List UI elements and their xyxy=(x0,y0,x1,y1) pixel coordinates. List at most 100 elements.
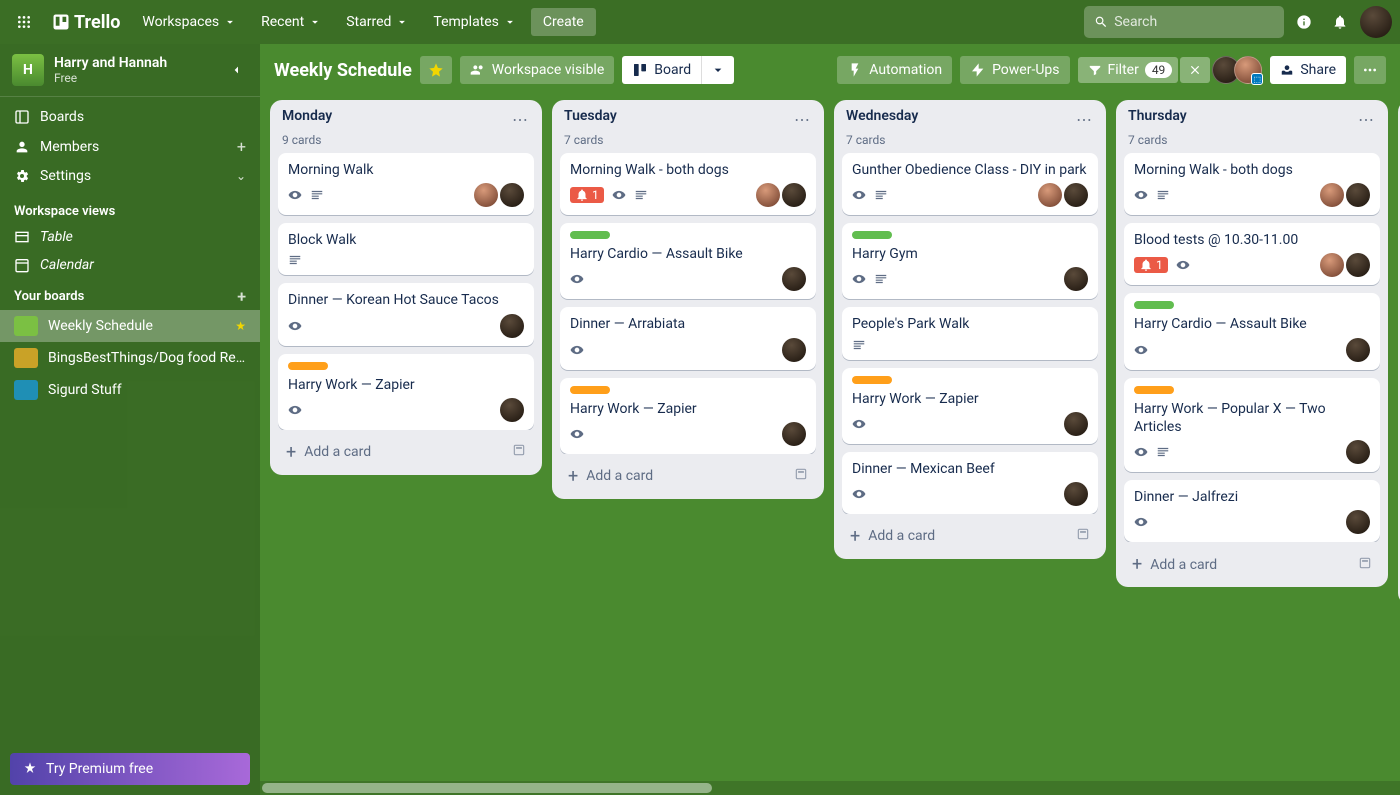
board-menu-button[interactable] xyxy=(1354,56,1386,84)
card-label[interactable] xyxy=(288,362,328,370)
list-menu-icon[interactable]: ⋯ xyxy=(792,108,812,131)
card[interactable]: Harry Cardio — Assault Bike xyxy=(1124,293,1380,369)
member-avatar[interactable] xyxy=(500,314,524,338)
member-avatar[interactable] xyxy=(500,398,524,422)
member-avatar[interactable] xyxy=(1320,183,1344,207)
create-button[interactable]: Create xyxy=(531,8,596,36)
star-board-button[interactable] xyxy=(420,56,452,84)
member-avatar[interactable] xyxy=(782,183,806,207)
card[interactable]: Harry Cardio — Assault Bike xyxy=(560,223,816,299)
add-card-button[interactable]: +Add a card xyxy=(838,518,1102,555)
apps-menu-icon[interactable] xyxy=(8,6,40,38)
card-label[interactable] xyxy=(1134,301,1174,309)
nav-starred[interactable]: Starred xyxy=(336,8,419,36)
list-title[interactable]: Monday xyxy=(282,108,510,124)
list-menu-icon[interactable]: ⋯ xyxy=(1074,108,1094,131)
clear-filter-button[interactable] xyxy=(1180,57,1210,83)
nav-workspaces[interactable]: Workspaces xyxy=(132,8,247,36)
trello-logo[interactable]: Trello xyxy=(44,12,128,33)
add-member-icon[interactable]: + xyxy=(237,137,246,156)
member-avatar[interactable] xyxy=(782,267,806,291)
collapse-sidebar-icon[interactable] xyxy=(224,58,248,82)
list-menu-icon[interactable]: ⋯ xyxy=(1356,108,1376,131)
info-icon[interactable] xyxy=(1288,6,1320,38)
card[interactable]: Morning Walk - both dogs 1 xyxy=(560,153,816,215)
add-card-button[interactable]: +Add a card xyxy=(556,458,820,495)
card[interactable]: Dinner — Mexican Beef xyxy=(842,452,1098,514)
notifications-icon[interactable] xyxy=(1324,6,1356,38)
member-avatar[interactable] xyxy=(756,183,780,207)
card[interactable]: Dinner — Jalfrezi xyxy=(1124,480,1380,542)
premium-button[interactable]: Try Premium free xyxy=(10,753,250,785)
card[interactable]: Morning Walk - both dogs xyxy=(1124,153,1380,215)
board-members[interactable]: ⬚ xyxy=(1218,56,1262,84)
card[interactable]: Gunther Obedience Class - DIY in park xyxy=(842,153,1098,215)
sidebar-settings[interactable]: Settings⌄ xyxy=(0,162,260,190)
member-avatar[interactable] xyxy=(782,338,806,362)
card[interactable]: Dinner — Arrabiata xyxy=(560,307,816,369)
card[interactable]: Dinner — Korean Hot Sauce Tacos xyxy=(278,283,534,345)
member-avatar[interactable] xyxy=(1064,412,1088,436)
list-title[interactable]: Thursday xyxy=(1128,108,1356,124)
member-avatar[interactable] xyxy=(1346,253,1370,277)
card-label[interactable] xyxy=(1134,386,1174,394)
sidebar-board-item[interactable]: Sigurd Stuff xyxy=(0,374,260,406)
member-avatar[interactable] xyxy=(1320,253,1344,277)
member-avatar[interactable] xyxy=(500,183,524,207)
card[interactable]: Morning Walk xyxy=(278,153,534,215)
template-icon[interactable] xyxy=(1358,556,1372,574)
add-board-icon[interactable]: + xyxy=(237,287,246,306)
card[interactable]: People's Park Walk xyxy=(842,307,1098,359)
powerups-button[interactable]: Power-Ups xyxy=(960,56,1069,84)
member-avatar[interactable] xyxy=(1064,183,1088,207)
card[interactable]: Harry Work — Popular X — Two Articles xyxy=(1124,378,1380,472)
sidebar-board-item[interactable]: BingsBestThings/Dog food Re… xyxy=(0,342,260,374)
card-label[interactable] xyxy=(852,376,892,384)
sidebar-board-item[interactable]: Weekly Schedule★ xyxy=(0,310,260,342)
user-avatar[interactable] xyxy=(1360,6,1392,38)
member-avatar[interactable] xyxy=(474,183,498,207)
template-icon[interactable] xyxy=(1076,527,1090,545)
member-avatar[interactable] xyxy=(1038,183,1062,207)
add-card-button[interactable]: +Add a card xyxy=(274,434,538,471)
member-avatar[interactable] xyxy=(1346,440,1370,464)
member-avatar[interactable] xyxy=(1346,510,1370,534)
sidebar-boards[interactable]: Boards xyxy=(0,103,260,131)
member-avatar[interactable] xyxy=(1346,338,1370,362)
list-title[interactable]: Tuesday xyxy=(564,108,792,124)
member-avatar[interactable] xyxy=(1064,267,1088,291)
add-card-button[interactable]: +Add a card xyxy=(1120,546,1384,583)
card-label[interactable] xyxy=(570,386,610,394)
card[interactable]: Block Walk xyxy=(278,223,534,275)
view-switcher-dropdown[interactable] xyxy=(701,56,734,84)
member-avatar[interactable] xyxy=(1346,183,1370,207)
template-icon[interactable] xyxy=(794,467,808,485)
nav-recent[interactable]: Recent xyxy=(251,8,332,36)
horizontal-scrollbar[interactable] xyxy=(260,781,1400,795)
member-avatar[interactable] xyxy=(1064,482,1088,506)
sidebar-calendar[interactable]: Calendar xyxy=(0,251,260,279)
template-icon[interactable] xyxy=(512,443,526,461)
nav-templates[interactable]: Templates xyxy=(423,8,527,36)
workspace-visible-button[interactable]: Workspace visible xyxy=(460,56,614,84)
board-title[interactable]: Weekly Schedule xyxy=(274,60,412,81)
list-title[interactable]: Wednesday xyxy=(846,108,1074,124)
card-label[interactable] xyxy=(852,231,892,239)
sidebar-table[interactable]: Table xyxy=(0,223,260,251)
card[interactable]: Harry Work — Zapier xyxy=(560,378,816,454)
member-avatar[interactable] xyxy=(782,422,806,446)
card[interactable]: Harry Work — Zapier xyxy=(842,368,1098,444)
card[interactable]: Blood tests @ 10.30-11.00 1 xyxy=(1124,223,1380,285)
automation-button[interactable]: Automation xyxy=(837,56,952,84)
filter-button[interactable]: Filter49 xyxy=(1078,57,1179,83)
search-input[interactable] xyxy=(1114,14,1274,30)
list-menu-icon[interactable]: ⋯ xyxy=(510,108,530,131)
card-label[interactable] xyxy=(570,231,610,239)
search-box[interactable] xyxy=(1084,6,1284,38)
sidebar-members[interactable]: Members+ xyxy=(0,131,260,162)
card[interactable]: Harry Work — Zapier xyxy=(278,354,534,430)
card[interactable]: Harry Gym xyxy=(842,223,1098,299)
chevron-down-icon[interactable]: ⌄ xyxy=(236,169,246,183)
share-button[interactable]: Share xyxy=(1270,56,1346,84)
board-view-button[interactable]: Board xyxy=(622,56,701,84)
